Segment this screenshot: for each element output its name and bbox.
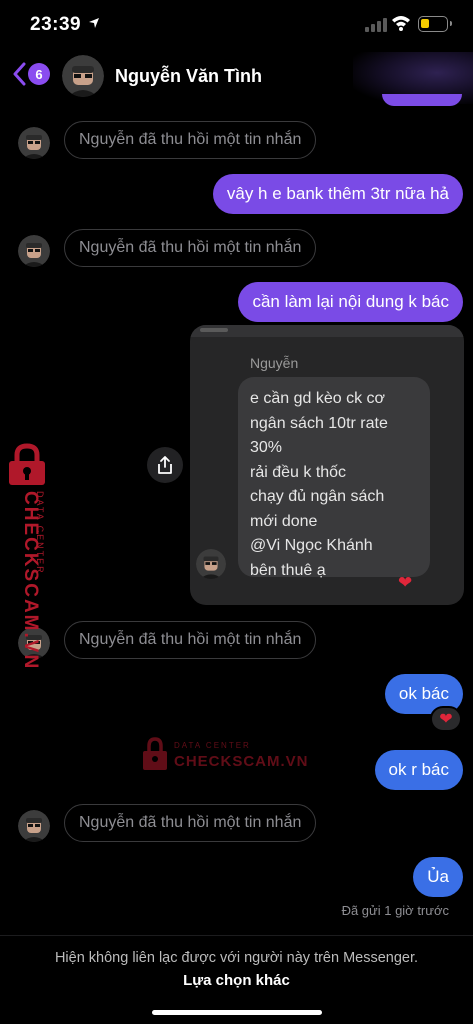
- recalled-message-text: Nguyễn đã thu hồi một tin nhắn: [79, 814, 302, 831]
- back-button[interactable]: 6: [12, 62, 50, 86]
- image-text-line: mới done: [250, 512, 318, 530]
- share-icon: [158, 456, 172, 474]
- sender-avatar[interactable]: [18, 810, 50, 842]
- unreachable-note: Hiện không liên lạc được với người này t…: [54, 950, 419, 966]
- recalled-message-text: Nguyễn đã thu hồi một tin nhắn: [79, 131, 302, 148]
- lock-icon: [9, 443, 45, 485]
- message-text: ok bác: [398, 684, 449, 703]
- image-message[interactable]: Nguyễn e cần gd kèo ck cơ ngân sách 10tr…: [190, 325, 464, 605]
- image-avatar: [196, 549, 226, 579]
- recalled-message-text: Nguyễn đã thu hồi một tin nhắn: [79, 631, 302, 648]
- watermark-center: DATA CENTER CHECKSCAM.VN: [142, 737, 308, 771]
- contact-name[interactable]: Nguyễn Văn Tình: [115, 66, 262, 87]
- recalled-message[interactable]: Nguyễn đã thu hồi một tin nhắn: [64, 804, 317, 842]
- conversation-header: 6 Nguyễn Văn Tình: [0, 52, 473, 106]
- watermark-tagline: DATA CENTER: [35, 491, 45, 575]
- outgoing-message[interactable]: vây h e bank thêm 3tr nữa hả: [212, 174, 463, 214]
- other-options-button[interactable]: Lựa chọn khác: [0, 972, 473, 989]
- wifi-icon: [392, 16, 410, 31]
- sender-avatar[interactable]: [18, 235, 50, 267]
- image-text-line: @Vi Ngọc Khánh: [250, 537, 373, 554]
- message-text: cần làm lại nội dung k bác: [252, 292, 449, 311]
- watermark-brand: CHECKSCAM.VN: [174, 753, 309, 770]
- message-text: Ủa: [427, 867, 449, 886]
- watermark-vertical: CHECKSCAM.VN DATA CENTER: [5, 443, 53, 670]
- image-top-edge: [190, 325, 464, 337]
- contact-avatar[interactable]: [62, 55, 104, 97]
- heart-reaction-icon[interactable]: ❤: [430, 706, 462, 732]
- sender-avatar[interactable]: [18, 127, 50, 159]
- message-text: vây h e bank thêm 3tr nữa hả: [226, 184, 449, 203]
- image-sender-name: Nguyễn: [250, 355, 299, 371]
- recalled-message-text: Nguyễn đã thu hồi một tin nhắn: [79, 239, 302, 256]
- outgoing-message[interactable]: ok r bác: [374, 750, 463, 790]
- image-text-line: e cần gd kèo ck cơ: [250, 390, 386, 407]
- image-text-line: chạy đủ ngân sách: [250, 488, 385, 505]
- battery-icon: [418, 16, 452, 32]
- outgoing-message[interactable]: Ủa: [413, 857, 463, 897]
- recalled-message[interactable]: Nguyễn đã thu hồi một tin nhắn: [64, 229, 317, 267]
- chevron-left-icon: [13, 62, 26, 86]
- unread-badge: 6: [28, 63, 50, 85]
- recalled-message[interactable]: Nguyễn đã thu hồi một tin nhắn: [64, 621, 317, 659]
- image-text-line: 30%: [250, 439, 283, 456]
- image-inner-bubble: e cần gd kèo ck cơ ngân sách 10tr rate 3…: [238, 377, 430, 579]
- image-text-line: rải đều k thốc: [250, 463, 347, 481]
- previous-message-edge: [382, 94, 462, 106]
- message-text: ok r bác: [388, 760, 449, 779]
- cellular-signal-icon: [365, 18, 387, 32]
- image-text-line: ngân sách 10tr rate: [250, 414, 388, 432]
- location-arrow-icon: [89, 18, 99, 28]
- lock-icon: [143, 737, 167, 770]
- sent-status: Đã gửi 1 giờ trước: [341, 903, 449, 918]
- outgoing-message[interactable]: cần làm lại nội dung k bác: [238, 282, 463, 322]
- image-text-line: bên thuê ạ: [250, 561, 326, 579]
- watermark-tagline: DATA CENTER: [174, 741, 251, 750]
- share-button[interactable]: [147, 447, 183, 483]
- clock-time: 23:39: [30, 14, 82, 35]
- recalled-message[interactable]: Nguyễn đã thu hồi một tin nhắn: [64, 121, 317, 159]
- home-indicator[interactable]: [152, 1010, 322, 1015]
- status-bar: 23:39: [0, 0, 473, 48]
- heart-icon: ❤: [398, 573, 413, 592]
